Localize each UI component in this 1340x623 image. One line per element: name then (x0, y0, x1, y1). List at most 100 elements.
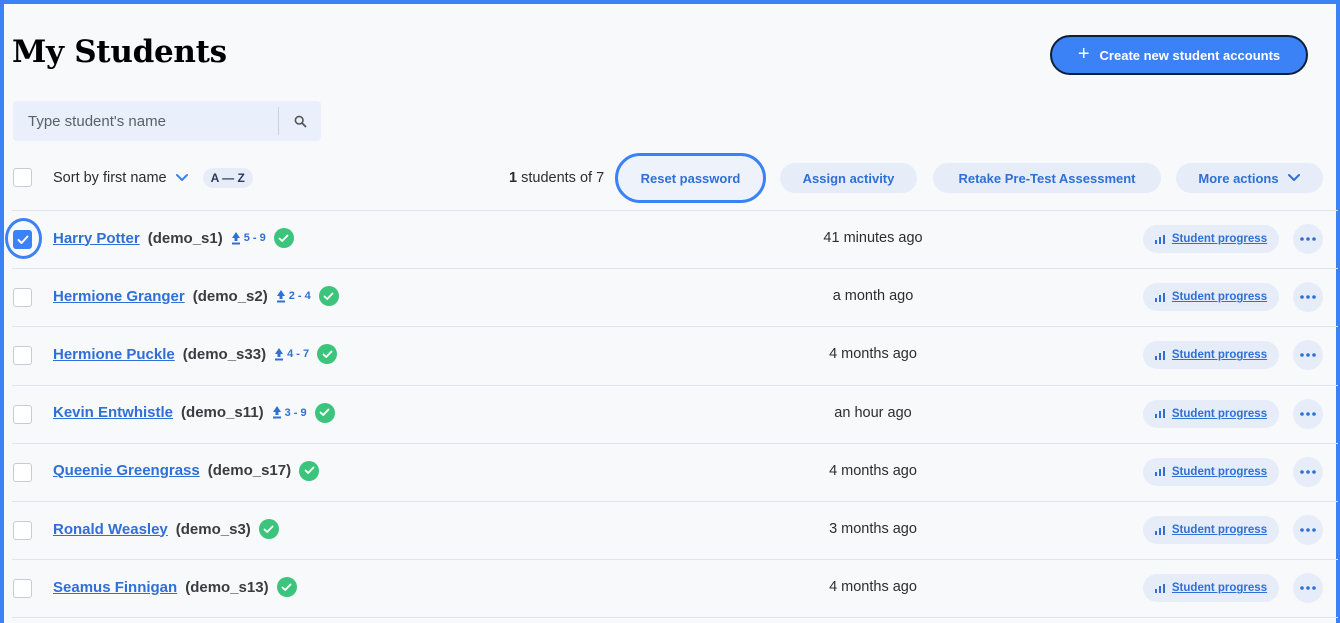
student-info: Seamus Finnigan (demo_s13) (53, 577, 297, 598)
retake-assessment-button[interactable]: Retake Pre-Test Assessment (933, 163, 1161, 193)
student-name-link[interactable]: Kevin Entwhistle (53, 404, 173, 421)
last-active-time: a month ago (832, 288, 914, 305)
row-divider (12, 617, 1338, 619)
level-icon (275, 347, 284, 361)
student-progress-label: Student progress (1171, 524, 1268, 536)
student-progress-button[interactable]: Student progress (1143, 399, 1279, 428)
student-level: 5 - 9 (231, 231, 266, 245)
student-row: Hermione Puckle (demo_s33) 4 - 7 4 month… (4, 326, 1340, 384)
student-username: (demo_s33) (182, 345, 267, 363)
bar-chart-icon (1154, 409, 1165, 419)
student-row: Hermione Granger (demo_s2) 2 - 4 a month… (4, 268, 1340, 326)
more-horizontal-icon (1300, 528, 1316, 532)
student-username: (demo_s1) (147, 229, 223, 247)
reset-password-button[interactable]: Reset password (615, 153, 766, 203)
student-username: (demo_s3) (175, 520, 251, 538)
student-info: Harry Potter (demo_s1) 5 - 9 (53, 228, 294, 248)
search-icon[interactable] (279, 115, 321, 128)
more-actions-button[interactable]: More actions (1176, 163, 1323, 193)
student-info: Hermione Puckle (demo_s33) 4 - 7 (53, 344, 338, 365)
count-suffix: students of 7 (517, 170, 605, 186)
student-level: 4 - 7 (274, 347, 310, 361)
last-active-time: 3 months ago (829, 521, 917, 537)
student-progress-button[interactable]: Student progress (1143, 457, 1279, 486)
sort-dropdown[interactable]: Sort by first name A — Z (53, 167, 253, 189)
bar-chart-icon (1154, 234, 1165, 244)
student-progress-label: Student progress (1171, 291, 1268, 304)
chevron-down-icon (1287, 174, 1300, 181)
last-active-time: 4 months ago (829, 462, 917, 479)
student-checkbox[interactable] (13, 346, 32, 366)
student-username: (demo_s17) (207, 462, 292, 480)
bar-chart-icon (1154, 583, 1165, 593)
row-more-options-button[interactable] (1293, 282, 1323, 313)
last-active-time: an hour ago (834, 404, 912, 421)
student-checkbox[interactable] (13, 521, 32, 540)
check-circle-icon (318, 286, 339, 307)
level-range: 4 - 7 (287, 348, 310, 361)
row-more-options-button[interactable] (1293, 340, 1323, 371)
student-name-link[interactable]: Harry Potter (53, 230, 140, 247)
student-progress-button[interactable]: Student progress (1143, 516, 1279, 544)
search-input[interactable] (13, 101, 278, 141)
student-progress-label: Student progress (1171, 465, 1268, 478)
student-row: Ronald Weasley (demo_s3) 3 months ago St… (4, 501, 1340, 559)
more-horizontal-icon (1300, 295, 1316, 299)
student-progress-button[interactable]: Student progress (1143, 225, 1279, 253)
more-horizontal-icon (1300, 237, 1316, 241)
check-circle-icon (299, 460, 320, 481)
row-more-options-button[interactable] (1293, 515, 1323, 545)
level-icon (276, 289, 285, 303)
student-checkbox[interactable] (13, 579, 32, 599)
more-horizontal-icon (1300, 586, 1316, 590)
student-checkbox[interactable] (13, 230, 32, 249)
create-student-accounts-button[interactable]: + Create new student accounts (1050, 35, 1308, 75)
student-checkbox[interactable] (13, 288, 32, 308)
more-horizontal-icon (1300, 469, 1316, 474)
sort-label: Sort by first name (53, 170, 167, 186)
student-name-link[interactable]: Ronald Weasley (53, 521, 168, 538)
level-icon (231, 231, 240, 244)
page-frame: My Students + Create new student account… (0, 0, 1340, 623)
row-more-options-button[interactable] (1293, 224, 1323, 254)
assign-activity-button[interactable]: Assign activity (780, 163, 917, 193)
check-circle-icon (314, 402, 335, 423)
reset-password-label: Reset password (640, 170, 741, 186)
selection-count: 1 students of 7 (509, 170, 604, 186)
bar-chart-icon (1154, 525, 1165, 535)
row-more-options-button[interactable] (1293, 456, 1323, 487)
student-checkbox[interactable] (13, 404, 32, 424)
more-horizontal-icon (1300, 411, 1316, 416)
check-circle-icon (276, 577, 297, 598)
check-circle-icon (273, 228, 294, 248)
student-username: (demo_s11) (181, 404, 264, 422)
student-level: 2 - 4 (276, 289, 311, 303)
student-info: Ronald Weasley (demo_s3) (53, 519, 279, 539)
row-more-options-button[interactable] (1293, 398, 1323, 429)
plus-icon: + (1077, 43, 1090, 65)
chevron-down-icon (175, 174, 188, 181)
student-checkbox[interactable] (13, 462, 32, 482)
row-more-options-button[interactable] (1293, 573, 1323, 604)
student-name-link[interactable]: Hermione Puckle (53, 346, 175, 363)
student-progress-label: Student progress (1171, 349, 1268, 362)
retake-assessment-label: Retake Pre-Test Assessment (958, 170, 1136, 186)
student-name-link[interactable]: Seamus Finnigan (53, 579, 177, 596)
student-row: Kevin Entwhistle (demo_s11) 3 - 9 an hou… (4, 385, 1340, 443)
checkmark-icon (17, 235, 28, 244)
student-username: (demo_s13) (185, 578, 269, 596)
student-info: Kevin Entwhistle (demo_s11) 3 - 9 (53, 402, 335, 423)
student-name-link[interactable]: Hermione Granger (53, 288, 185, 305)
student-progress-label: Student progress (1171, 582, 1268, 595)
assign-activity-label: Assign activity (802, 170, 895, 186)
selected-count: 1 (509, 170, 518, 186)
student-progress-button[interactable]: Student progress (1143, 283, 1279, 312)
create-button-label: Create new student accounts (1099, 47, 1281, 63)
student-name-link[interactable]: Queenie Greengrass (53, 462, 200, 479)
sort-order-toggle[interactable]: A — Z (202, 168, 253, 188)
select-all-checkbox[interactable] (13, 168, 32, 187)
level-range: 2 - 4 (288, 290, 311, 303)
student-progress-button[interactable]: Student progress (1143, 574, 1279, 603)
student-progress-button[interactable]: Student progress (1143, 341, 1279, 370)
check-circle-icon (317, 344, 338, 365)
